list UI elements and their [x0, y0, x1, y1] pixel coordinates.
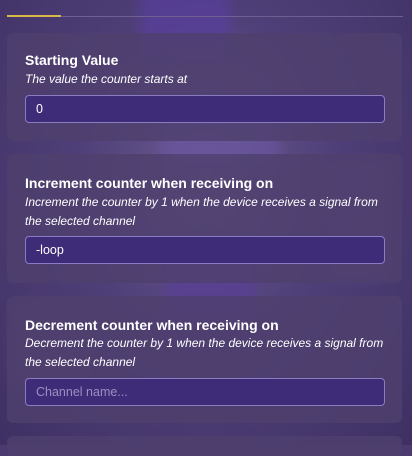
active-tab-indicator [7, 15, 61, 17]
setting-card-starting-value: Starting Value The value the counter sta… [7, 33, 402, 141]
increment-channel-input[interactable] [25, 236, 385, 264]
setting-description: The value the counter starts at [25, 72, 188, 86]
tab-bar [0, 0, 412, 17]
setting-description: Decrement the counter by 1 when the devi… [25, 336, 384, 369]
setting-title: Starting Value [25, 52, 119, 68]
setting-title: Decrement counter when receiving on [25, 317, 279, 333]
setting-card-increment-channel: Increment counter when receiving on Incr… [7, 154, 402, 283]
setting-title: Increment counter when receiving on [25, 175, 274, 191]
starting-value-input[interactable] [25, 95, 385, 123]
setting-card-next [7, 436, 402, 456]
setting-description: Increment the counter by 1 when the devi… [25, 195, 378, 228]
tab-divider [61, 16, 403, 17]
setting-card-decrement-channel: Decrement counter when receiving on Decr… [7, 296, 402, 423]
decrement-channel-input[interactable] [25, 378, 385, 406]
